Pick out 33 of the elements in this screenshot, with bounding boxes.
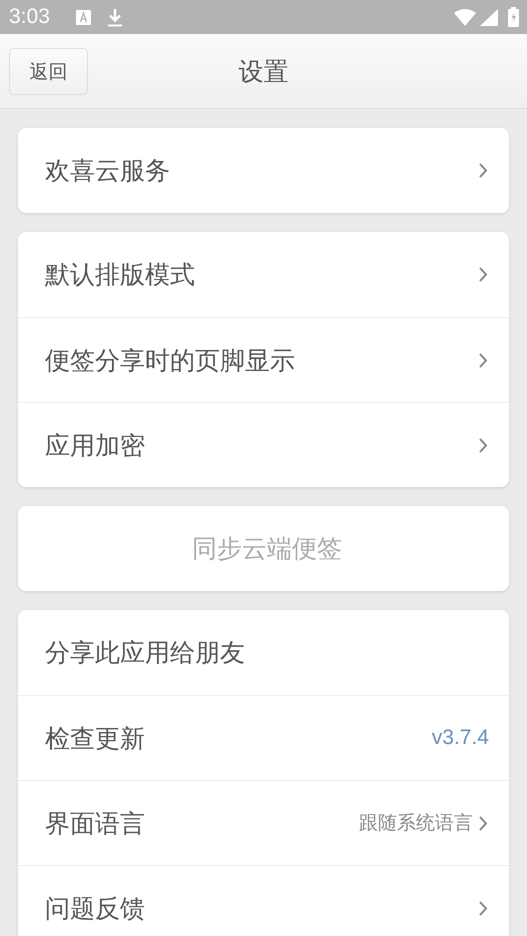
- chevron-icon: [477, 900, 489, 916]
- back-button[interactable]: 返回: [9, 48, 88, 95]
- item-label: 检查更新: [45, 722, 145, 754]
- status-time: 3:03: [9, 5, 50, 29]
- chevron-icon: [477, 162, 489, 179]
- item-label: 分享此应用给朋友: [45, 637, 245, 669]
- settings-item[interactable]: 分享此应用给朋友: [18, 610, 509, 695]
- current-value: 跟随系统语言: [359, 811, 473, 836]
- item-label: 欢喜云服务: [45, 155, 170, 187]
- item-label: 应用加密: [45, 430, 145, 462]
- signal-icon: [480, 8, 498, 26]
- notification-icon: [76, 10, 91, 24]
- settings-item[interactable]: 应用加密: [18, 402, 509, 487]
- settings-item[interactable]: 问题反馈: [18, 865, 509, 936]
- wifi-icon: [454, 8, 476, 26]
- page-title: 设置: [238, 56, 288, 88]
- settings-item[interactable]: 欢喜云服务: [18, 128, 509, 213]
- download-icon: [106, 8, 123, 26]
- chevron-icon: [477, 814, 489, 832]
- item-label: 便签分享时的页脚显示: [45, 344, 295, 376]
- sync-action: 同步云端便签: [192, 534, 342, 563]
- chevron-icon: [477, 436, 489, 454]
- settings-item[interactable]: 便签分享时的页脚显示: [18, 317, 509, 402]
- item-label: 问题反馈: [45, 892, 145, 924]
- version-number: v3.7.4: [432, 726, 489, 750]
- settings-item[interactable]: 默认排版模式: [18, 232, 509, 317]
- battery-icon: [508, 7, 519, 27]
- chevron-icon: [477, 352, 489, 368]
- item-label: 默认排版模式: [45, 259, 195, 291]
- item-label: 界面语言: [45, 808, 145, 840]
- chevron-icon: [477, 266, 489, 283]
- settings-item[interactable]: 界面语言 跟随系统语言: [18, 780, 509, 865]
- settings-item[interactable]: 检查更新 v3.7.4: [18, 695, 509, 780]
